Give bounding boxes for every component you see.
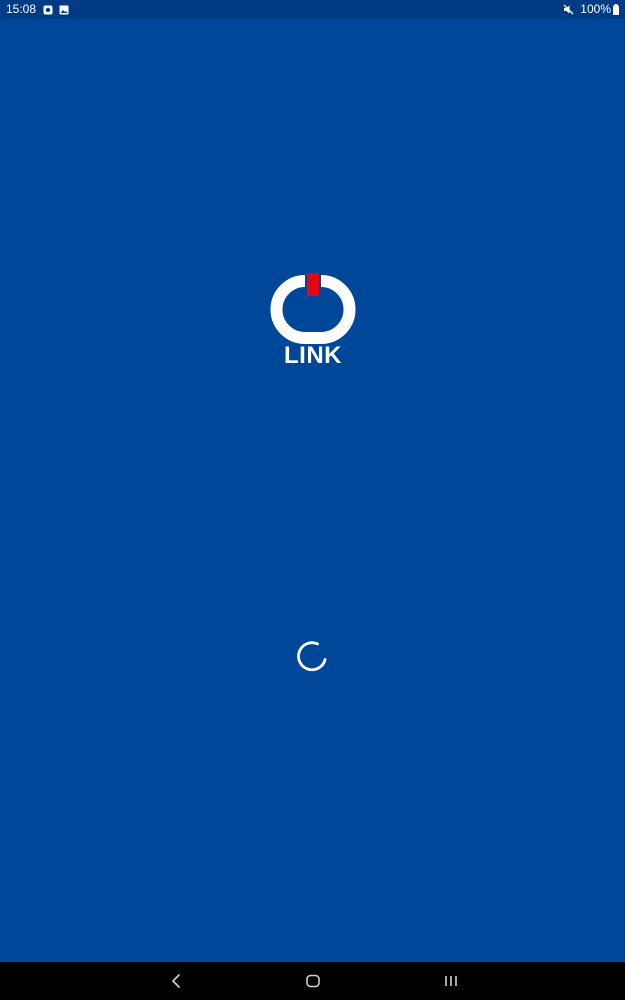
battery-icon (613, 4, 619, 15)
logo-wordmark: LINK (284, 342, 342, 369)
splash-screen: 15:08 100% LINK (0, 0, 625, 1000)
back-icon[interactable] (167, 971, 187, 991)
home-icon[interactable] (303, 971, 323, 991)
image-icon (59, 5, 69, 14)
status-bar-right: 100% (563, 0, 619, 19)
power-ring-logo (270, 272, 356, 344)
app-logo: LINK (268, 270, 358, 374)
spinner-icon (297, 641, 327, 672)
navigation-bar (0, 962, 625, 1000)
status-bar: 15:08 100% (0, 0, 625, 19)
mute-icon (563, 4, 574, 15)
recents-icon[interactable] (441, 971, 461, 991)
status-time: 15:08 (6, 2, 37, 16)
status-bar-left: 15:08 (6, 0, 75, 19)
battery-percentage: 100% (580, 2, 611, 16)
record-icon (43, 5, 53, 14)
